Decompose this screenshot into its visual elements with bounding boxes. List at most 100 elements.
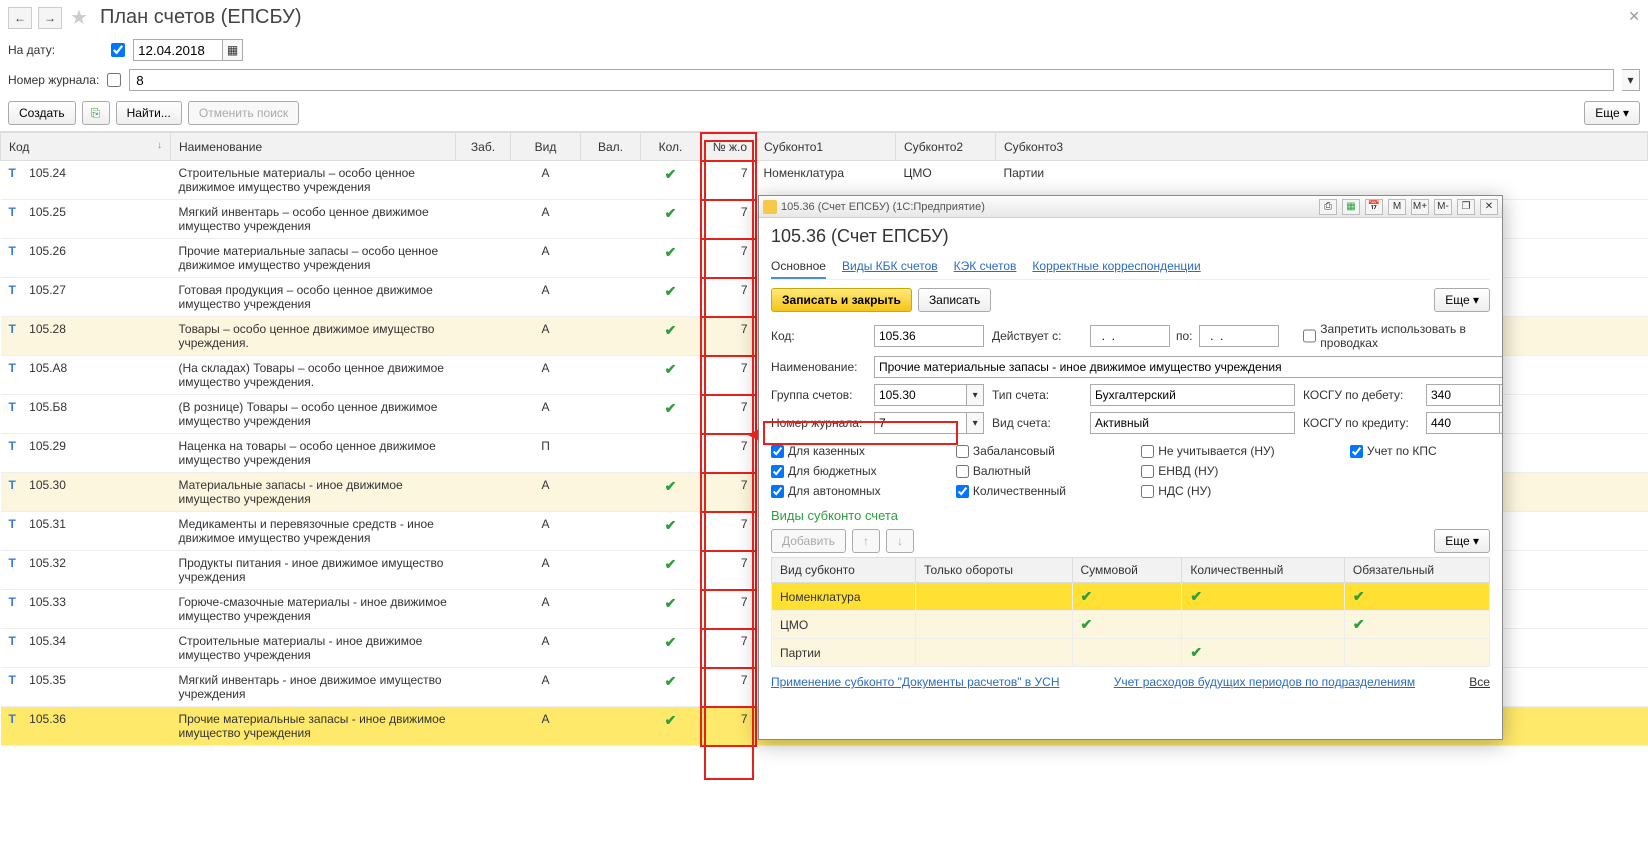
cell-vid: А <box>511 161 581 200</box>
save-button[interactable]: Записать <box>918 288 991 312</box>
col-s1[interactable]: Субконто1 <box>756 133 896 161</box>
move-down-icon: ↓ <box>886 529 914 553</box>
sub-col-req[interactable]: Обязательный <box>1344 558 1489 583</box>
page-title: План счетов (ЕПСБУ) <box>100 6 302 29</box>
col-num[interactable]: № ж.о <box>701 133 756 161</box>
inp-code[interactable] <box>874 325 984 347</box>
cell-vid: А <box>511 590 581 629</box>
col-zab[interactable]: Заб. <box>456 133 511 161</box>
inp-name[interactable] <box>874 356 1502 378</box>
inp-kosgu-kt[interactable] <box>1426 412 1500 434</box>
check-icon: ✔ <box>665 634 677 650</box>
cell-vid: А <box>511 395 581 434</box>
cell-name: Мягкий инвентарь - иное движимое имущест… <box>171 668 456 707</box>
chk-kazen[interactable] <box>771 445 784 458</box>
lbl-journal: Номер журнала: <box>771 416 866 430</box>
cal-icon[interactable]: 📅 <box>1365 199 1383 215</box>
star-icon[interactable]: ★ <box>68 7 90 29</box>
col-s2[interactable]: Субконто2 <box>896 133 996 161</box>
save-close-button[interactable]: Записать и закрыть <box>771 288 912 312</box>
m-icon[interactable]: M <box>1388 199 1406 215</box>
inp-acct-type[interactable] <box>1090 384 1295 406</box>
inp-active-to[interactable] <box>1199 325 1279 347</box>
inp-journal[interactable] <box>874 412 967 434</box>
chk-budget[interactable] <box>771 465 784 478</box>
calc-icon[interactable]: ▦ <box>1342 199 1360 215</box>
chk-envd[interactable] <box>1141 465 1154 478</box>
sub-col-kind[interactable]: Вид субконто <box>772 558 916 583</box>
close-icon[interactable]: ✕ <box>1628 8 1640 25</box>
chk-forbid[interactable] <box>1303 329 1316 343</box>
chk-kps[interactable] <box>1350 445 1363 458</box>
cell-num: 7 <box>701 395 756 434</box>
journal-label: Номер журнала: <box>8 73 99 87</box>
popup-close-icon[interactable]: ✕ <box>1480 199 1498 215</box>
sub-row[interactable]: Партии✔ <box>772 639 1490 667</box>
find-button[interactable]: Найти... <box>116 101 182 125</box>
open-icon[interactable]: ▾ <box>1500 412 1502 434</box>
nav-back-button[interactable]: ← <box>8 7 32 29</box>
chk-auto[interactable] <box>771 485 784 498</box>
inp-active-from[interactable] <box>1090 325 1170 347</box>
sub-col-qty[interactable]: Количественный <box>1182 558 1345 583</box>
link-future[interactable]: Учет расходов будущих периодов по подраз… <box>1114 675 1415 689</box>
journal-checkbox[interactable] <box>107 73 121 87</box>
open-icon[interactable]: ▾ <box>967 412 984 434</box>
sub-row[interactable]: Номенклатура✔✔✔ <box>772 583 1490 611</box>
lbl-vid: Вид счета: <box>992 416 1082 430</box>
mplus-icon[interactable]: M+ <box>1411 199 1429 215</box>
t-icon: T <box>9 205 23 219</box>
tab-corr[interactable]: Корректные корреспонденции <box>1032 255 1200 279</box>
journal-input[interactable] <box>129 69 1614 91</box>
col-vid[interactable]: Вид <box>511 133 581 161</box>
open-icon[interactable]: ▾ <box>967 384 984 406</box>
popup-titlebar[interactable]: 105.36 (Счет ЕПСБУ) (1С:Предприятие) ⎙ ▦… <box>759 196 1502 218</box>
more-button[interactable]: Еще ▾ <box>1584 101 1640 125</box>
cell-name: Наценка на товары – особо ценное движимо… <box>171 434 456 473</box>
tab-main[interactable]: Основное <box>771 255 826 279</box>
cancel-search-button: Отменить поиск <box>188 101 299 125</box>
copy-button[interactable]: ⎘ <box>82 101 110 125</box>
inp-kosgu-dt[interactable] <box>1426 384 1500 406</box>
link-all[interactable]: Все <box>1469 675 1490 689</box>
col-name[interactable]: Наименование <box>171 133 456 161</box>
sub-more-button[interactable]: Еще ▾ <box>1434 529 1490 553</box>
print-icon[interactable]: ⎙ <box>1319 199 1337 215</box>
restore-icon[interactable]: ❐ <box>1457 199 1475 215</box>
sub-col-sum[interactable]: Суммовой <box>1072 558 1182 583</box>
cell-vid: А <box>511 473 581 512</box>
check-icon: ✔ <box>1353 588 1365 604</box>
mminus-icon[interactable]: M- <box>1434 199 1452 215</box>
t-icon: T <box>9 322 23 336</box>
chk-qty[interactable] <box>956 485 969 498</box>
open-icon[interactable]: ▾ <box>1500 384 1502 406</box>
create-button[interactable]: Создать <box>8 101 76 125</box>
nav-forward-button[interactable]: → <box>38 7 62 29</box>
chk-nds[interactable] <box>1141 485 1154 498</box>
journal-dropdown-icon[interactable]: ▾ <box>1622 69 1640 91</box>
col-s3[interactable]: Субконто3 <box>996 133 1648 161</box>
col-val[interactable]: Вал. <box>581 133 641 161</box>
lbl-forbid: Запретить использовать в проводках <box>1320 322 1502 350</box>
col-kol[interactable]: Кол. <box>641 133 701 161</box>
popup-more-button[interactable]: Еще ▾ <box>1434 288 1490 312</box>
chk-val[interactable] <box>956 465 969 478</box>
calendar-icon[interactable]: ▦ <box>223 39 243 61</box>
table-row[interactable]: T 105.24Строительные материалы – особо ц… <box>1 161 1648 200</box>
sub-col-turn[interactable]: Только обороты <box>916 558 1072 583</box>
inp-vid[interactable] <box>1090 412 1295 434</box>
inp-group[interactable] <box>874 384 967 406</box>
cell-vid: А <box>511 668 581 707</box>
cell-num: 7 <box>701 473 756 512</box>
tab-kek[interactable]: КЭК счетов <box>954 255 1017 279</box>
sub-row[interactable]: ЦМО✔✔ <box>772 611 1490 639</box>
chk-zabal[interactable] <box>956 445 969 458</box>
check-icon: ✔ <box>665 244 677 260</box>
tab-kbk[interactable]: Виды КБК счетов <box>842 255 938 279</box>
date-input[interactable] <box>133 39 223 61</box>
col-code[interactable]: Код ↓ <box>1 133 171 161</box>
link-usn[interactable]: Применение субконто "Документы расчетов"… <box>771 675 1060 689</box>
cell-name: Строительные материалы – особо ценное дв… <box>171 161 456 200</box>
chk-nu[interactable] <box>1141 445 1154 458</box>
date-checkbox[interactable] <box>111 43 125 57</box>
